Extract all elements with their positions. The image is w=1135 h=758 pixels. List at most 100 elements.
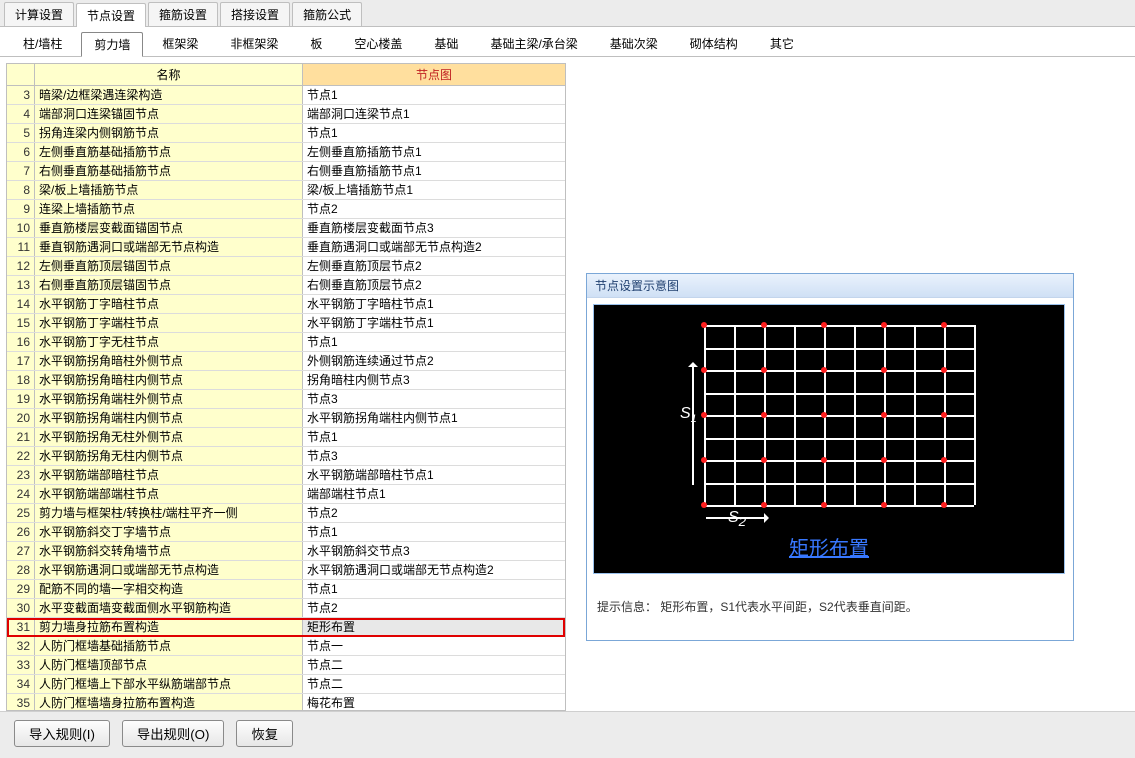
rebar-dot-icon	[701, 502, 707, 508]
tab-sub-6[interactable]: 基础	[421, 31, 471, 56]
tab-sub-10[interactable]: 其它	[757, 31, 807, 56]
row-diagram[interactable]: 左侧垂直筋插筋节点1	[303, 143, 565, 161]
row-diagram[interactable]: 右侧垂直筋插筋节点1	[303, 162, 565, 180]
row-diagram[interactable]: 梅花布置	[303, 694, 565, 710]
row-diagram[interactable]: 端部端柱节点1	[303, 485, 565, 503]
tab-sub-9[interactable]: 砌体结构	[677, 31, 751, 56]
row-diagram[interactable]: 水平钢筋丁字暗柱节点1	[303, 295, 565, 313]
tab-main-4[interactable]: 箍筋公式	[292, 2, 362, 26]
row-diagram[interactable]: 节点2	[303, 200, 565, 218]
row-diagram[interactable]: 矩形布置	[303, 618, 565, 636]
table-row[interactable]: 12左侧垂直筋顶层锚固节点左侧垂直筋顶层节点2	[7, 257, 565, 276]
row-diagram[interactable]: 节点1	[303, 86, 565, 104]
rebar-dot-icon	[761, 322, 767, 328]
row-diagram[interactable]: 节点一	[303, 637, 565, 655]
table-row[interactable]: 3暗梁/边框梁遇连梁构造节点1	[7, 86, 565, 105]
import-rules-button[interactable]: 导入规则(I)	[14, 720, 110, 747]
row-diagram[interactable]: 节点1	[303, 124, 565, 142]
tab-sub-2[interactable]: 框架梁	[149, 31, 211, 56]
table-row[interactable]: 6左侧垂直筋基础插筋节点左侧垂直筋插筋节点1	[7, 143, 565, 162]
grid-hline	[704, 348, 974, 350]
table-row[interactable]: 27水平钢筋斜交转角墙节点水平钢筋斜交节点3	[7, 542, 565, 561]
tab-main-2[interactable]: 箍筋设置	[148, 2, 218, 26]
row-diagram[interactable]: 水平钢筋拐角端柱内侧节点1	[303, 409, 565, 427]
table-row[interactable]: 30水平变截面墙变截面侧水平钢筋构造节点2	[7, 599, 565, 618]
table-row[interactable]: 31剪力墙身拉筋布置构造矩形布置	[7, 618, 565, 637]
table-row[interactable]: 33人防门框墙顶部节点节点二	[7, 656, 565, 675]
table-row[interactable]: 28水平钢筋遇洞口或端部无节点构造水平钢筋遇洞口或端部无节点构造2	[7, 561, 565, 580]
row-name: 水平钢筋斜交丁字墙节点	[35, 523, 303, 541]
row-diagram[interactable]: 节点1	[303, 523, 565, 541]
table-row[interactable]: 34人防门框墙上下部水平纵筋端部节点节点二	[7, 675, 565, 694]
row-diagram[interactable]: 左侧垂直筋顶层节点2	[303, 257, 565, 275]
table-row[interactable]: 35人防门框墙墙身拉筋布置构造梅花布置	[7, 694, 565, 710]
table-row[interactable]: 7右侧垂直筋基础插筋节点右侧垂直筋插筋节点1	[7, 162, 565, 181]
rebar-dot-icon	[701, 412, 707, 418]
table-row[interactable]: 11垂直钢筋遇洞口或端部无节点构造垂直筋遇洞口或端部无节点构造2	[7, 238, 565, 257]
tab-sub-4[interactable]: 板	[297, 31, 335, 56]
bottom-bar: 导入规则(I) 导出规则(O) 恢复	[0, 711, 1135, 755]
row-index: 25	[7, 504, 35, 522]
table-row[interactable]: 22水平钢筋拐角无柱内侧节点节点3	[7, 447, 565, 466]
row-name: 水平钢筋拐角无柱内侧节点	[35, 447, 303, 465]
row-index: 16	[7, 333, 35, 351]
row-diagram[interactable]: 右侧垂直筋顶层节点2	[303, 276, 565, 294]
export-rules-button[interactable]: 导出规则(O)	[122, 720, 225, 747]
table-row[interactable]: 15水平钢筋丁字端柱节点水平钢筋丁字端柱节点1	[7, 314, 565, 333]
row-diagram[interactable]: 垂直筋遇洞口或端部无节点构造2	[303, 238, 565, 256]
tab-main-3[interactable]: 搭接设置	[220, 2, 290, 26]
tab-sub-5[interactable]: 空心楼盖	[341, 31, 415, 56]
table-row[interactable]: 26水平钢筋斜交丁字墙节点节点1	[7, 523, 565, 542]
table-row[interactable]: 21水平钢筋拐角无柱外侧节点节点1	[7, 428, 565, 447]
tab-sub-8[interactable]: 基础次梁	[597, 31, 671, 56]
row-diagram[interactable]: 外侧钢筋连续通过节点2	[303, 352, 565, 370]
tab-main-1[interactable]: 节点设置	[76, 3, 146, 27]
rebar-dot-icon	[821, 502, 827, 508]
tab-main-0[interactable]: 计算设置	[4, 2, 74, 26]
rebar-dot-icon	[821, 457, 827, 463]
table-row[interactable]: 29配筋不同的墙一字相交构造节点1	[7, 580, 565, 599]
row-diagram[interactable]: 节点1	[303, 428, 565, 446]
row-diagram[interactable]: 节点1	[303, 333, 565, 351]
row-diagram[interactable]: 水平钢筋遇洞口或端部无节点构造2	[303, 561, 565, 579]
table-row[interactable]: 17水平钢筋拐角暗柱外侧节点外侧钢筋连续通过节点2	[7, 352, 565, 371]
row-diagram[interactable]: 水平钢筋斜交节点3	[303, 542, 565, 560]
table-row[interactable]: 10垂直筋楼层变截面锚固节点垂直筋楼层变截面节点3	[7, 219, 565, 238]
row-diagram[interactable]: 节点3	[303, 447, 565, 465]
row-diagram[interactable]: 拐角暗柱内侧节点3	[303, 371, 565, 389]
table-row[interactable]: 14水平钢筋丁字暗柱节点水平钢筋丁字暗柱节点1	[7, 295, 565, 314]
table-row[interactable]: 5拐角连梁内侧钢筋节点节点1	[7, 124, 565, 143]
table-row[interactable]: 32人防门框墙基础插筋节点节点一	[7, 637, 565, 656]
table-row[interactable]: 24水平钢筋端部端柱节点端部端柱节点1	[7, 485, 565, 504]
table-body[interactable]: 3暗梁/边框梁遇连梁构造节点14端部洞口连梁锚固节点端部洞口连梁节点15拐角连梁…	[7, 86, 565, 710]
table-row[interactable]: 4端部洞口连梁锚固节点端部洞口连梁节点1	[7, 105, 565, 124]
row-diagram[interactable]: 节点2	[303, 504, 565, 522]
table-row[interactable]: 25剪力墙与框架柱/转换柱/端柱平齐一侧节点2	[7, 504, 565, 523]
tab-sub-0[interactable]: 柱/墙柱	[10, 31, 75, 56]
row-name: 人防门框墙基础插筋节点	[35, 637, 303, 655]
row-diagram[interactable]: 水平钢筋端部暗柱节点1	[303, 466, 565, 484]
table-row[interactable]: 9连梁上墙插筋节点节点2	[7, 200, 565, 219]
row-diagram[interactable]: 节点2	[303, 599, 565, 617]
restore-button[interactable]: 恢复	[236, 720, 293, 747]
row-diagram[interactable]: 节点3	[303, 390, 565, 408]
preview-hint: 提示信息： 矩形布置，S1代表水平间距，S2代表垂直间距。	[587, 580, 1073, 640]
row-diagram[interactable]: 节点二	[303, 675, 565, 693]
row-index: 14	[7, 295, 35, 313]
row-diagram[interactable]: 水平钢筋丁字端柱节点1	[303, 314, 565, 332]
table-row[interactable]: 8梁/板上墙插筋节点梁/板上墙插筋节点1	[7, 181, 565, 200]
table-row[interactable]: 16水平钢筋丁字无柱节点节点1	[7, 333, 565, 352]
table-row[interactable]: 13右侧垂直筋顶层锚固节点右侧垂直筋顶层节点2	[7, 276, 565, 295]
tab-sub-7[interactable]: 基础主梁/承台梁	[477, 31, 590, 56]
row-diagram[interactable]: 梁/板上墙插筋节点1	[303, 181, 565, 199]
row-diagram[interactable]: 节点1	[303, 580, 565, 598]
row-diagram[interactable]: 端部洞口连梁节点1	[303, 105, 565, 123]
row-diagram[interactable]: 节点二	[303, 656, 565, 674]
table-row[interactable]: 19水平钢筋拐角端柱外侧节点节点3	[7, 390, 565, 409]
table-row[interactable]: 23水平钢筋端部暗柱节点水平钢筋端部暗柱节点1	[7, 466, 565, 485]
table-row[interactable]: 20水平钢筋拐角端柱内侧节点水平钢筋拐角端柱内侧节点1	[7, 409, 565, 428]
table-row[interactable]: 18水平钢筋拐角暗柱内侧节点拐角暗柱内侧节点3	[7, 371, 565, 390]
row-diagram[interactable]: 垂直筋楼层变截面节点3	[303, 219, 565, 237]
tab-sub-3[interactable]: 非框架梁	[217, 31, 291, 56]
tab-sub-1[interactable]: 剪力墙	[81, 32, 143, 57]
